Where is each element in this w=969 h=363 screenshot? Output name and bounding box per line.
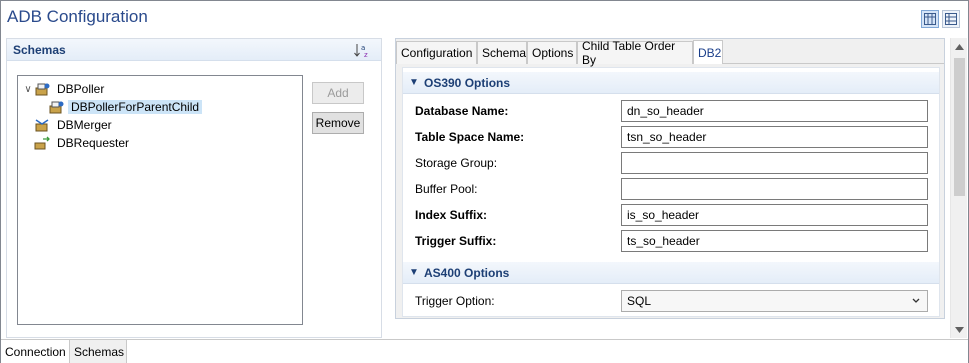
- schemas-header-label: Schemas: [13, 43, 66, 57]
- as400-section-header[interactable]: ▼ AS400 Options: [403, 262, 939, 284]
- tree-item-label: DBPoller: [57, 82, 105, 96]
- buffer-pool-label: Buffer Pool:: [415, 182, 478, 196]
- tab-connection[interactable]: Connection: [1, 340, 70, 363]
- database-name-label: Database Name:: [415, 104, 509, 118]
- trigger-suffix-field[interactable]: ts_so_header: [621, 230, 928, 252]
- arrow-up-icon: [955, 43, 964, 50]
- scrollbar-thumb[interactable]: [954, 58, 965, 196]
- tab-configuration[interactable]: Configuration: [396, 41, 477, 64]
- tab-schemas[interactable]: Schemas: [70, 340, 127, 363]
- db2-options-content: ▼ OS390 Options Database Name: dn_so_hea…: [402, 67, 940, 317]
- tab-db2[interactable]: DB2: [693, 40, 723, 64]
- index-suffix-label: Index Suffix:: [415, 208, 488, 222]
- storage-group-label: Storage Group:: [415, 156, 498, 170]
- tree-item-label: DBMerger: [57, 118, 112, 132]
- requester-icon: [34, 136, 50, 150]
- buffer-pool-field[interactable]: [621, 178, 928, 200]
- title-bar: ADB Configuration: [1, 1, 968, 37]
- tab-strip: Configuration Schema Options Child Table…: [396, 39, 944, 67]
- list-layout-icon: [945, 13, 957, 25]
- vertical-scrollbar[interactable]: [950, 38, 967, 338]
- os390-section-header[interactable]: ▼ OS390 Options: [403, 72, 939, 94]
- adb-configuration-window: ADB Configuration Schemas a z ∨ DBPoller…: [0, 0, 969, 363]
- scroll-down-button[interactable]: [951, 321, 968, 338]
- tree-item-label: DBPollerForParentChild: [68, 100, 203, 114]
- table-space-name-field[interactable]: tsn_so_header: [621, 126, 928, 148]
- schemas-panel: Schemas a z ∨ DBPoller DBPollerForParent…: [6, 38, 382, 338]
- trigger-option-label: Trigger Option:: [415, 294, 495, 308]
- os390-title: OS390 Options: [424, 75, 511, 90]
- chevron-down-icon: [912, 298, 920, 303]
- scroll-up-button[interactable]: [951, 38, 968, 55]
- collapse-triangle-icon[interactable]: ▼: [409, 267, 421, 278]
- remove-button[interactable]: Remove: [312, 112, 364, 134]
- merger-icon: [35, 119, 49, 132]
- tab-schema[interactable]: Schema: [477, 41, 527, 64]
- chevron-down-icon[interactable]: ∨: [22, 84, 34, 95]
- trigger-option-select[interactable]: SQL: [621, 290, 928, 312]
- poller-icon: [49, 101, 64, 114]
- schema-tree[interactable]: ∨ DBPoller DBPollerForParentChild DBMerg…: [17, 75, 303, 325]
- tab-options[interactable]: Options: [527, 41, 577, 64]
- tab-child-table-order-by[interactable]: Child Table Order By: [577, 39, 693, 67]
- tree-item-dbpollerforparentchild[interactable]: DBPollerForParentChild: [48, 98, 203, 116]
- window-title: ADB Configuration: [7, 7, 148, 26]
- storage-group-field[interactable]: [621, 152, 928, 174]
- arrow-down-icon: [955, 326, 964, 333]
- tree-item-dbmerger[interactable]: DBMerger: [34, 116, 115, 134]
- svg-text:z: z: [364, 51, 368, 59]
- tree-item-label: DBRequester: [57, 136, 130, 150]
- columns-layout-icon: [924, 13, 936, 25]
- columns-layout-button[interactable]: [921, 10, 939, 28]
- collapse-triangle-icon[interactable]: ▼: [409, 77, 421, 88]
- as400-title: AS400 Options: [424, 265, 510, 280]
- trigger-suffix-label: Trigger Suffix:: [415, 234, 497, 248]
- sort-az-icon[interactable]: a z: [353, 42, 371, 59]
- index-suffix-field[interactable]: is_so_header: [621, 204, 928, 226]
- bottom-tab-strip: Connection Schemas: [1, 339, 968, 363]
- database-name-field[interactable]: dn_so_header: [621, 100, 928, 122]
- add-button[interactable]: Add: [312, 82, 364, 104]
- trigger-option-value: SQL: [627, 294, 652, 308]
- details-panel: Configuration Schema Options Child Table…: [395, 38, 945, 319]
- schemas-section-header: Schemas a z: [7, 39, 381, 61]
- poller-icon: [35, 83, 50, 96]
- list-layout-button[interactable]: [942, 10, 960, 28]
- tree-item-dbrequester[interactable]: DBRequester: [34, 134, 132, 152]
- tree-item-dbpoller[interactable]: ∨ DBPoller: [22, 80, 107, 98]
- table-space-name-label: Table Space Name:: [415, 130, 525, 144]
